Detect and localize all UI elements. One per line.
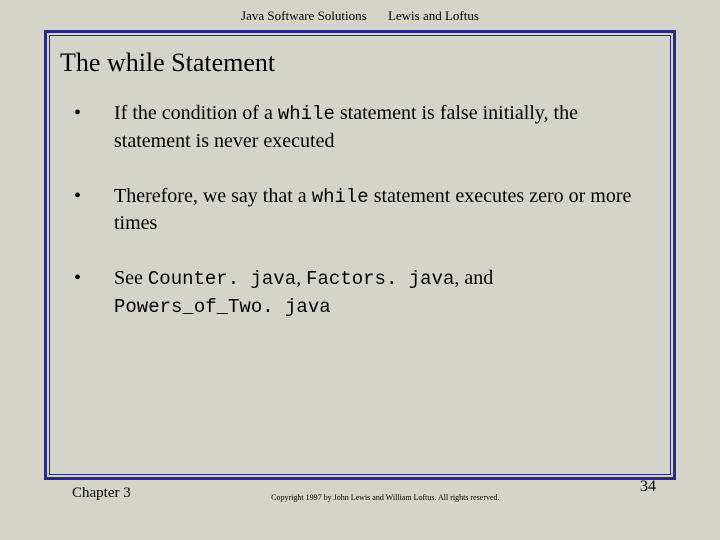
code-span: Counter. java xyxy=(148,268,296,290)
slide-title: The while Statement xyxy=(60,48,656,78)
bullet-text: Therefore, we say that a xyxy=(114,185,312,207)
slide-frame: The while Statement •If the condition of… xyxy=(44,30,676,480)
bullet-list: •If the condition of a while statement i… xyxy=(64,100,656,464)
bullet-icon: • xyxy=(94,265,114,292)
slide-footer: Chapter 3 Copyright 1997 by John Lewis a… xyxy=(44,480,676,502)
code-span: while xyxy=(312,186,369,208)
list-item: •If the condition of a while statement i… xyxy=(94,100,656,155)
page-number: 34 xyxy=(640,478,676,496)
slide-header: Java Software Solutions Lewis and Loftus xyxy=(0,0,720,30)
book-title: Java Software Solutions xyxy=(241,8,367,24)
slide-body: The while Statement •If the condition of… xyxy=(49,35,671,475)
bullet-text: , and xyxy=(454,267,493,289)
bullet-icon: • xyxy=(94,100,114,127)
list-item: •Therefore, we say that a while statemen… xyxy=(94,183,656,238)
bullet-text: If the condition of a xyxy=(114,102,278,124)
bullet-icon: • xyxy=(94,183,114,210)
copyright-text: Copyright 1997 by John Lewis and William… xyxy=(131,493,640,502)
bullet-text: See xyxy=(114,267,148,289)
code-span: while xyxy=(278,103,335,125)
book-authors: Lewis and Loftus xyxy=(388,8,479,24)
bullet-text: , xyxy=(296,267,306,289)
chapter-label: Chapter 3 xyxy=(44,485,131,502)
code-span: Powers_of_Two. java xyxy=(114,296,331,318)
code-span: Factors. java xyxy=(306,268,454,290)
list-item: •See Counter. java, Factors. java, and P… xyxy=(94,265,656,320)
